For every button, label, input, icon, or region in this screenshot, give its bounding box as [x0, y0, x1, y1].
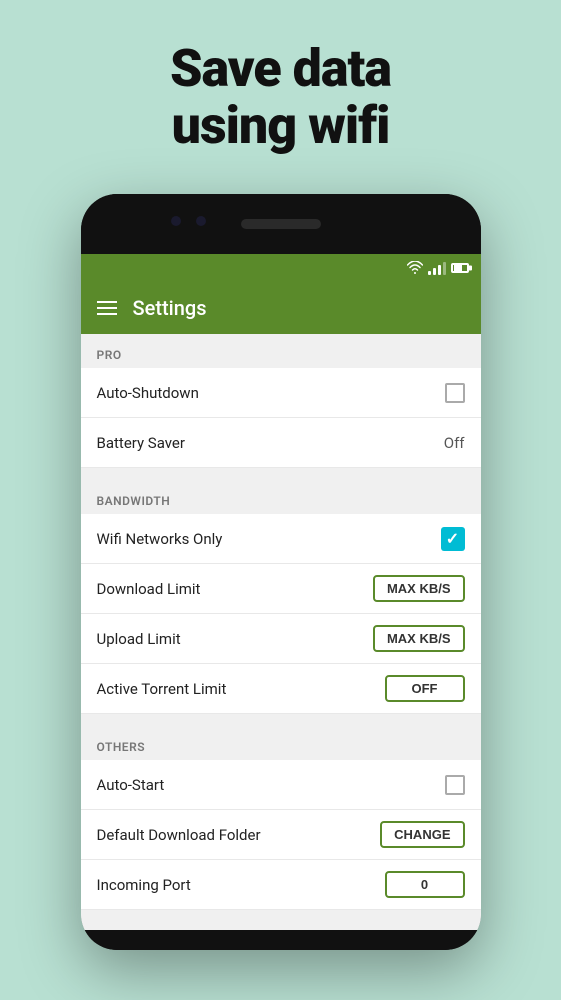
divider-2 [81, 714, 481, 726]
hero-line2: using wifi [172, 95, 390, 156]
torrent-limit-button[interactable]: OFF [385, 675, 465, 702]
download-folder-label: Default Download Folder [97, 826, 261, 844]
settings-item-battery-saver[interactable]: Battery Saver Off [81, 418, 481, 468]
hero-text: Save data using wifi [170, 40, 391, 154]
settings-item-auto-start[interactable]: Auto-Start [81, 760, 481, 810]
app-bar: Settings [81, 282, 481, 334]
settings-item-auto-shutdown[interactable]: Auto-Shutdown [81, 368, 481, 418]
section-header-pro: PRO [81, 334, 481, 368]
bottom-padding [81, 910, 481, 930]
auto-start-checkbox[interactable] [445, 775, 465, 795]
wifi-only-label: Wifi Networks Only [97, 530, 223, 548]
signal-bars-icon [428, 261, 446, 275]
download-folder-button[interactable]: CHANGE [380, 821, 464, 848]
upload-limit-label: Upload Limit [97, 630, 181, 648]
phone-device: Settings PRO Auto-Shutdown Battery Saver… [81, 194, 481, 950]
wifi-icon [407, 261, 423, 275]
settings-item-incoming-port[interactable]: Incoming Port 0 [81, 860, 481, 910]
upload-limit-button[interactable]: MAX KB/S [373, 625, 465, 652]
battery-icon [451, 263, 469, 273]
auto-shutdown-checkbox[interactable] [445, 383, 465, 403]
section-header-bandwidth: BANDWIDTH [81, 480, 481, 514]
settings-item-download-folder[interactable]: Default Download Folder CHANGE [81, 810, 481, 860]
camera-dot-right [196, 216, 206, 226]
settings-item-upload-limit[interactable]: Upload Limit MAX KB/S [81, 614, 481, 664]
status-icons [407, 261, 469, 275]
app-bar-title: Settings [133, 296, 207, 320]
settings-item-torrent-limit[interactable]: Active Torrent Limit OFF [81, 664, 481, 714]
phone-top-bar [81, 194, 481, 254]
settings-item-download-limit[interactable]: Download Limit MAX KB/S [81, 564, 481, 614]
auto-shutdown-label: Auto-Shutdown [97, 384, 199, 402]
settings-item-wifi-only[interactable]: Wifi Networks Only ✓ [81, 514, 481, 564]
download-limit-button[interactable]: MAX KB/S [373, 575, 465, 602]
speaker [241, 219, 321, 229]
wifi-only-checkbox[interactable]: ✓ [441, 527, 465, 551]
auto-start-label: Auto-Start [97, 776, 165, 794]
download-limit-label: Download Limit [97, 580, 201, 598]
incoming-port-label: Incoming Port [97, 876, 191, 894]
phone-bottom-bar [81, 930, 481, 950]
incoming-port-button[interactable]: 0 [385, 871, 465, 898]
torrent-limit-label: Active Torrent Limit [97, 680, 227, 698]
section-header-others: OTHERS [81, 726, 481, 760]
hero-line1: Save data [170, 38, 391, 99]
battery-saver-value: Off [444, 434, 465, 452]
status-bar [81, 254, 481, 282]
settings-content: PRO Auto-Shutdown Battery Saver Off BAND… [81, 334, 481, 930]
battery-saver-label: Battery Saver [97, 434, 185, 452]
divider-1 [81, 468, 481, 480]
hamburger-icon[interactable] [97, 301, 117, 315]
camera-dot-left [171, 216, 181, 226]
